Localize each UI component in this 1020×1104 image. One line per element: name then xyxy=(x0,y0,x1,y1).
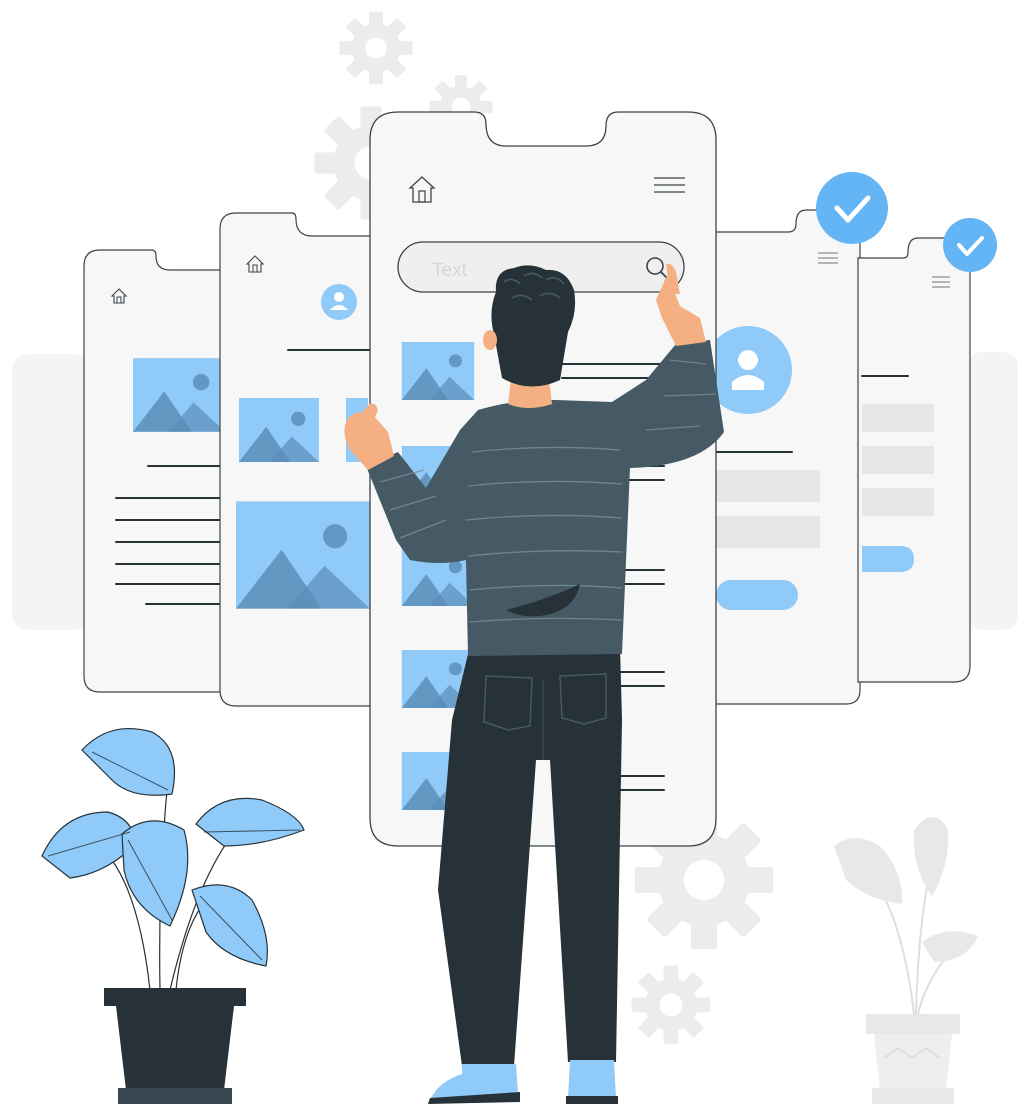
gear-icon-top xyxy=(338,10,414,86)
phone-screen-far-right xyxy=(857,237,971,683)
plant-icon xyxy=(834,817,978,1104)
phone-screen-left-2 xyxy=(219,212,373,707)
gear-icon-bottom xyxy=(630,964,712,1046)
image-placeholder-icon xyxy=(236,501,370,609)
phone-screen-left xyxy=(83,249,229,693)
check-icon xyxy=(943,218,997,272)
illustration: Text xyxy=(12,10,1018,1104)
search-placeholder: Text xyxy=(432,260,468,281)
phone-screen-right xyxy=(704,209,861,705)
image-placeholder-icon xyxy=(239,398,319,462)
image-placeholder-icon xyxy=(133,358,225,432)
plant-icon xyxy=(41,728,305,1104)
check-icon xyxy=(816,172,888,244)
user-icon xyxy=(321,284,357,320)
shoe-right xyxy=(568,1060,616,1098)
faded-phone-left xyxy=(12,354,92,630)
faded-phone-right xyxy=(968,352,1018,630)
